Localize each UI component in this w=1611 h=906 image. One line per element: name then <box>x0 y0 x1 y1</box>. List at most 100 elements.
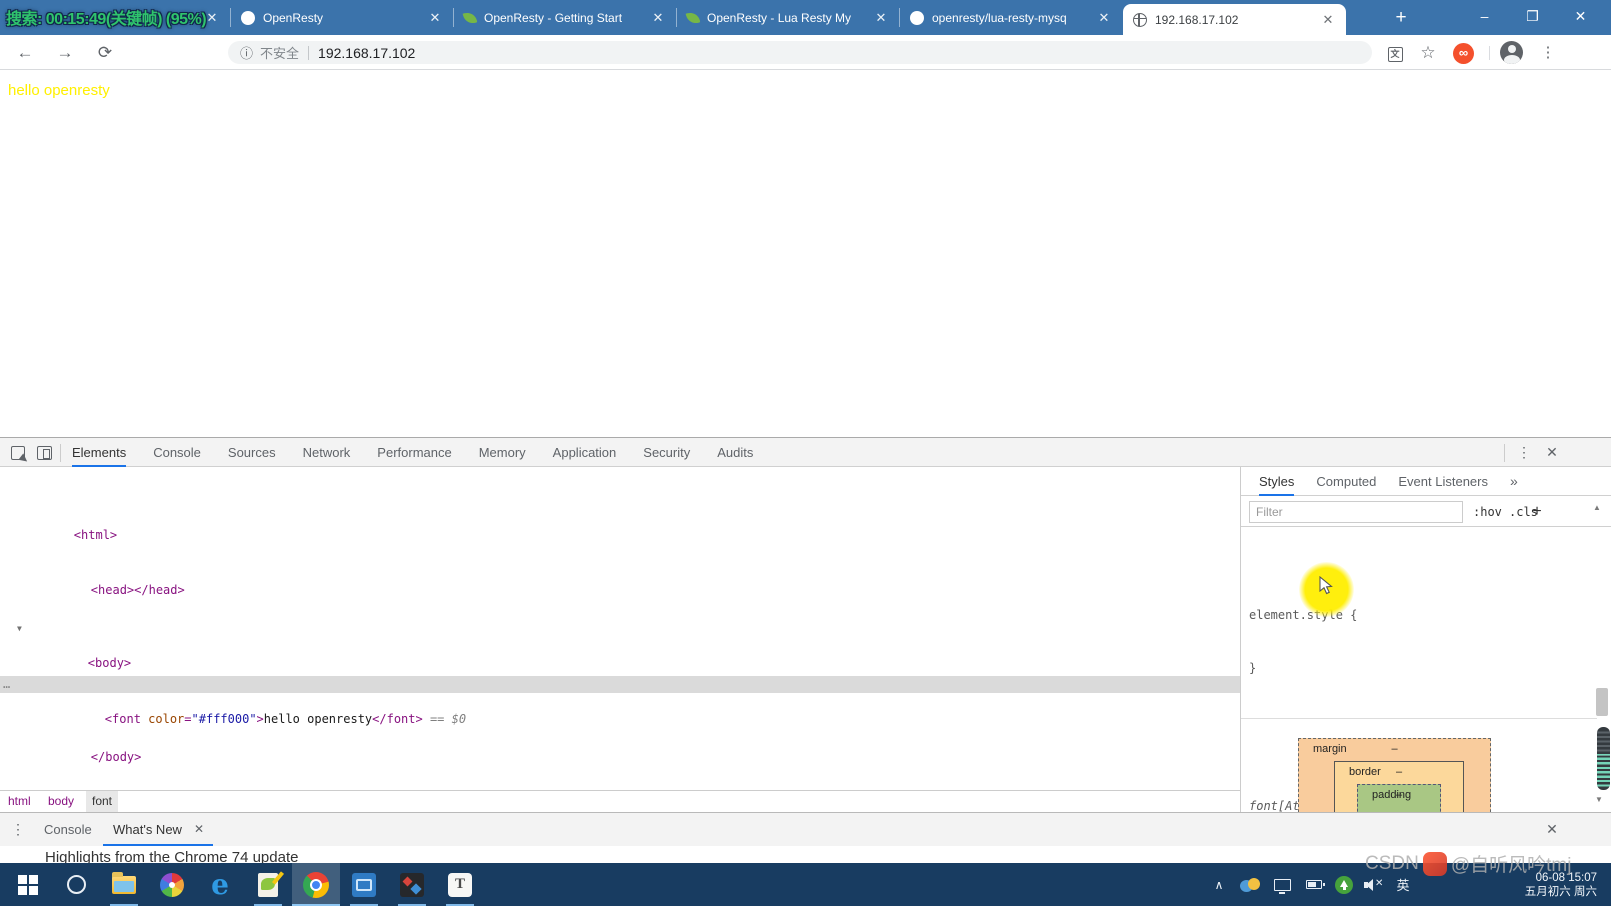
reload-button[interactable]: ⟳ <box>92 40 118 66</box>
github-favicon-icon <box>241 10 255 25</box>
box-model-border[interactable]: border – padding – <box>1334 761 1464 812</box>
drawer-close-icon[interactable]: ✕ <box>1540 813 1564 846</box>
new-tab-button[interactable]: + <box>1386 4 1416 32</box>
chrome-button[interactable] <box>292 863 340 906</box>
tab-title: 192.168.17.102 <box>1155 12 1239 27</box>
bookmark-star-icon[interactable]: ☆ <box>1415 40 1441 66</box>
tab-close-icon[interactable]: ✕ <box>873 10 889 26</box>
watermark-prefix: CSDN <box>1365 852 1419 874</box>
start-button[interactable] <box>4 863 52 906</box>
styles-scrollbar-thumb[interactable] <box>1596 688 1608 716</box>
profile-avatar[interactable] <box>1500 41 1523 64</box>
globe-favicon-icon <box>1133 12 1147 27</box>
devtools-menu-kebab-icon[interactable]: ⋮ <box>1512 438 1536 467</box>
omnibox-divider <box>308 45 310 60</box>
browser-tab-active[interactable]: 192.168.17.102 ✕ <box>1123 4 1346 35</box>
box-model-margin[interactable]: margin – border – padding – <box>1298 738 1491 812</box>
window-close-button[interactable]: ✕ <box>1558 0 1603 35</box>
scroll-up-arrow-icon[interactable]: ▲ <box>1593 503 1601 512</box>
styles-filter-input[interactable] <box>1249 501 1463 523</box>
browser-titlebar: ✕ OpenResty ✕ OpenResty - Getting Start … <box>0 0 1611 35</box>
drawer-menu-kebab-icon[interactable]: ⋮ <box>8 813 28 846</box>
cortana-search-button[interactable] <box>52 863 100 906</box>
device-toolbar-icon[interactable] <box>37 446 52 460</box>
browser-tab-openresty[interactable]: OpenResty ✕ <box>231 0 454 35</box>
drawer-tab-console[interactable]: Console <box>44 813 92 846</box>
forward-button[interactable]: → <box>52 40 78 66</box>
translate-icon[interactable]: 文 <box>1382 40 1408 66</box>
security-label: 不安全 <box>260 46 300 61</box>
tab-close-icon[interactable]: ✕ <box>1320 12 1336 28</box>
navbar-divider <box>1489 46 1490 60</box>
terminal-app-button[interactable] <box>388 863 436 906</box>
window-maximize-button[interactable]: ❐ <box>1510 0 1555 35</box>
tab-close-icon[interactable]: ✕ <box>1096 10 1112 26</box>
tab-title: OpenResty - Getting Start <box>484 10 623 25</box>
devtools-close-icon[interactable]: ✕ <box>1540 438 1564 467</box>
new-style-rule-button[interactable]: + <box>1527 497 1547 527</box>
back-button[interactable]: ← <box>12 40 38 66</box>
tray-update-icon[interactable] <box>1331 863 1357 906</box>
tab-sources[interactable]: Sources <box>228 438 276 467</box>
browser-tab-getting-started[interactable]: OpenResty - Getting Start ✕ <box>454 0 677 35</box>
tab-event-listeners[interactable]: Event Listeners <box>1398 467 1488 496</box>
tab-title: openresty/lua-resty-mysq <box>932 10 1067 25</box>
browser-tab-lua-resty[interactable]: OpenResty - Lua Resty My ✕ <box>677 0 900 35</box>
page-greeting-text: hello openresty <box>8 82 110 99</box>
extension-infinity-icon[interactable]: ∞ <box>1453 43 1474 64</box>
tab-performance[interactable]: Performance <box>377 438 451 467</box>
breadcrumb-body[interactable]: body <box>42 791 80 812</box>
tab-computed[interactable]: Computed <box>1316 467 1376 496</box>
tab-memory[interactable]: Memory <box>479 438 526 467</box>
tab-title: OpenResty - Lua Resty My <box>707 10 852 25</box>
tab-close-icon[interactable]: ✕ <box>650 10 666 26</box>
tray-cloud-icon[interactable] <box>1237 863 1263 906</box>
site-info-icon[interactable]: ⓘ <box>240 43 253 62</box>
tree-row-head[interactable]: <head></head> <box>0 565 1240 597</box>
notepad-document-icon <box>258 872 278 897</box>
window-minimize-button[interactable]: – <box>1462 0 1507 35</box>
scroll-down-arrow-icon[interactable]: ▼ <box>1595 795 1603 804</box>
drawer-tab-whats-new[interactable]: What's New <box>113 813 182 846</box>
vmware-button[interactable] <box>340 863 388 906</box>
github-favicon-icon <box>910 10 924 25</box>
pseudo-state-toggle[interactable]: :hov <box>1473 497 1502 527</box>
tab-audits[interactable]: Audits <box>717 438 753 467</box>
tab-application[interactable]: Application <box>553 438 617 467</box>
breadcrumb-html[interactable]: html <box>2 791 37 812</box>
tree-row-html-open[interactable]: <html> <box>0 509 1240 542</box>
watermark-handle: @自听风吟tmj <box>1450 855 1572 876</box>
typora-button[interactable]: T <box>436 863 484 906</box>
edge-browser-button[interactable]: e <box>196 863 244 906</box>
tab-security[interactable]: Security <box>643 438 690 467</box>
tab-close-icon[interactable]: ✕ <box>427 10 443 26</box>
browser-menu-kebab-icon[interactable]: ⋮ <box>1535 40 1561 66</box>
rule-element-style[interactable]: element.style { } <box>1241 566 1597 719</box>
tab-console[interactable]: Console <box>153 438 201 467</box>
breadcrumb-font[interactable]: font <box>86 791 119 812</box>
tab-network[interactable]: Network <box>303 438 351 467</box>
notepad-plus-button[interactable] <box>244 863 292 906</box>
cortana-icon <box>66 875 86 894</box>
address-bar[interactable]: ⓘ 不安全 192.168.17.102 <box>228 41 1372 64</box>
tab-elements[interactable]: Elements <box>72 438 127 467</box>
tree-row-body-close[interactable]: </body> <box>0 731 1240 764</box>
pinwheel-app-button[interactable] <box>148 863 196 906</box>
box-model-padding[interactable]: padding – <box>1357 784 1441 812</box>
tree-row-body-open[interactable]: ▼ <body> <box>0 620 1240 670</box>
inspect-element-icon[interactable] <box>11 446 25 460</box>
browser-tab-lua-resty-mysql[interactable]: openresty/lua-resty-mysq ✕ <box>900 0 1122 35</box>
tab-styles[interactable]: Styles <box>1259 467 1295 496</box>
mouse-cursor <box>1319 576 1333 595</box>
file-explorer-button[interactable] <box>100 863 148 906</box>
leaf-favicon-icon <box>685 10 701 25</box>
more-tabs-chevron-icon[interactable]: » <box>1510 473 1518 489</box>
tray-network-icon[interactable] <box>1269 863 1295 906</box>
tray-expand-chevron-icon[interactable]: ∧ <box>1207 863 1231 906</box>
tree-row-font-selected[interactable]: … <font color="#fff000">hello openresty<… <box>0 675 1240 726</box>
tray-battery-icon[interactable] <box>1301 863 1327 906</box>
csdn-logo-icon <box>1422 851 1447 876</box>
expand-arrow-icon[interactable]: ▼ <box>17 620 22 638</box>
row-options-ellipsis[interactable]: … <box>3 676 10 694</box>
drawer-tab-close-icon[interactable]: ✕ <box>194 813 204 846</box>
